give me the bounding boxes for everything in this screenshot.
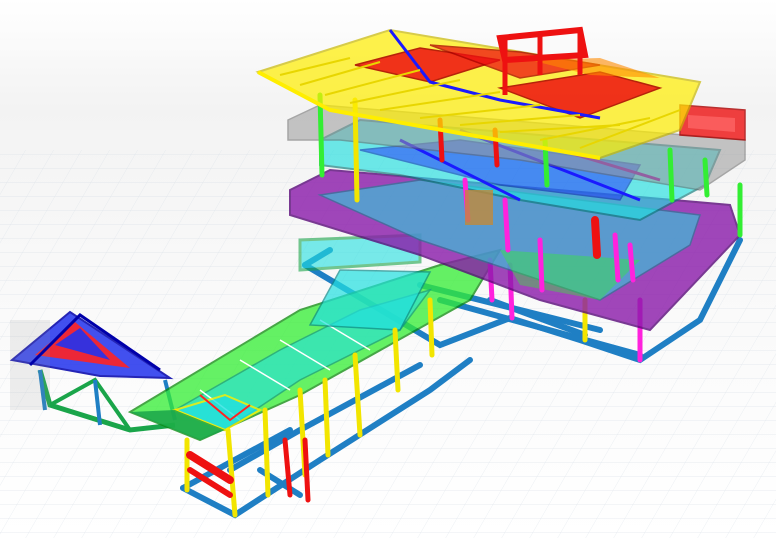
stair-core bbox=[465, 190, 493, 225]
structural-model-render bbox=[0, 0, 776, 538]
model-viewport[interactable] bbox=[0, 0, 776, 538]
